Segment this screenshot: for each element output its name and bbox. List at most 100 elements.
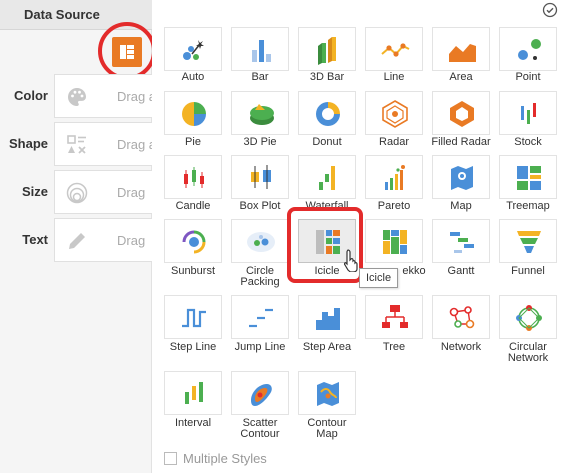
candle-chart-icon xyxy=(184,167,204,188)
chart-tile-map[interactable] xyxy=(432,155,490,199)
marekko-chart-icon xyxy=(383,230,407,254)
radar-chart-icon xyxy=(382,100,408,128)
check-circle-icon[interactable] xyxy=(542,2,558,18)
chart-tile-treemap[interactable] xyxy=(499,155,557,199)
box-plot-chart-icon xyxy=(251,165,271,189)
label-point: Point xyxy=(515,71,541,83)
size-label: Size xyxy=(21,184,48,199)
icicle-tooltip: Icicle xyxy=(359,268,399,288)
size-icon xyxy=(66,182,88,204)
pareto-chart-icon xyxy=(385,165,405,190)
shape-label: Shape xyxy=(8,136,48,151)
label-funnel: Funnel xyxy=(511,265,545,277)
sunburst-chart-icon xyxy=(182,230,206,254)
chart-tile-auto[interactable] xyxy=(164,27,222,71)
step-area-chart-icon xyxy=(316,308,340,330)
chart-tile-step-area[interactable] xyxy=(298,295,356,339)
chart-type-button[interactable] xyxy=(112,37,142,67)
text-binding: Text Drag xyxy=(0,218,152,262)
chart-tile-waterfall[interactable] xyxy=(298,155,356,199)
map-chart-icon xyxy=(451,166,473,190)
multiple-styles-label: Multiple Styles xyxy=(183,451,267,466)
bar-chart-icon xyxy=(252,40,271,62)
chart-tile-interval[interactable] xyxy=(164,371,222,415)
size-placeholder: Drag xyxy=(117,185,146,200)
chart-tile-circular-network[interactable] xyxy=(499,295,557,339)
shape-binding: Shape Drag a xyxy=(0,122,156,166)
chart-tile-pareto[interactable] xyxy=(365,155,423,199)
interval-chart-icon xyxy=(185,382,203,404)
chart-tile-radar[interactable] xyxy=(365,91,423,135)
area-chart-icon xyxy=(449,44,476,62)
shapes-icon xyxy=(67,135,86,154)
step-line-chart-icon xyxy=(182,308,206,328)
donut-chart-icon xyxy=(316,102,340,126)
label-contour-map-2: Map xyxy=(316,428,338,440)
chart-tile-stock[interactable] xyxy=(499,91,557,135)
chart-tile-area[interactable] xyxy=(432,27,490,71)
chart-tile-sunburst[interactable] xyxy=(164,219,222,263)
auto-chart-icon xyxy=(183,40,204,60)
chart-tile-contour-map[interactable] xyxy=(298,371,356,415)
network-chart-icon xyxy=(449,306,475,329)
text-drop-zone[interactable]: Drag xyxy=(54,218,152,262)
contour-map-chart-icon xyxy=(317,382,339,406)
circle-packing-chart-icon xyxy=(247,232,275,252)
chart-tile-step-line[interactable] xyxy=(164,295,222,339)
label-circular-network-2: Network xyxy=(507,352,549,364)
chart-tile-jump-line[interactable] xyxy=(231,295,289,339)
chart-tile-pie[interactable] xyxy=(164,91,222,135)
treemap-chart-icon xyxy=(517,166,541,190)
treemap-icon xyxy=(120,45,134,59)
text-placeholder: Drag xyxy=(117,233,146,248)
pie-chart-icon xyxy=(182,102,206,126)
chart-tile-funnel[interactable] xyxy=(499,219,557,263)
circular-network-chart-icon xyxy=(516,305,542,331)
jump-line-chart-icon xyxy=(249,308,273,328)
point-chart-icon xyxy=(518,39,541,60)
label-stock: Stock xyxy=(514,136,542,148)
chart-tile-scatter-contour[interactable] xyxy=(231,371,289,415)
tree-chart-icon xyxy=(382,305,408,328)
chart-type-panel: Auto Bar 3D Bar Line Area Point Pie 3D P… xyxy=(152,0,568,473)
palette-icon xyxy=(67,88,86,106)
data-source-tab-label: Data Source xyxy=(24,7,100,22)
3d-bar-chart-icon xyxy=(318,37,336,65)
multiple-styles-checkbox[interactable] xyxy=(164,452,177,465)
scatter-contour-chart-icon xyxy=(251,384,272,406)
color-binding: Color Drag a xyxy=(0,74,156,118)
color-placeholder: Drag a xyxy=(117,89,157,104)
binding-panel: Data Source Color Drag a Shape Drag a Si… xyxy=(0,0,156,473)
3d-pie-chart-icon xyxy=(250,104,274,125)
chart-tile-3d-pie[interactable] xyxy=(231,91,289,135)
shape-placeholder: Drag a xyxy=(117,137,157,152)
chart-tile-box-plot[interactable] xyxy=(231,155,289,199)
filled-radar-chart-icon xyxy=(450,101,474,127)
size-drop-zone[interactable]: Drag xyxy=(54,170,152,214)
gantt-chart-icon xyxy=(450,232,474,253)
waterfall-chart-icon xyxy=(319,166,335,190)
color-drop-zone[interactable]: Drag a xyxy=(54,74,156,118)
chart-tile-filled-radar[interactable] xyxy=(432,91,490,135)
pencil-icon xyxy=(69,233,85,249)
chart-tile-candle[interactable] xyxy=(164,155,222,199)
chart-tile-bar[interactable] xyxy=(231,27,289,71)
label-treemap: Treemap xyxy=(506,200,550,212)
chart-tile-gantt[interactable] xyxy=(432,219,490,263)
chart-tile-donut[interactable] xyxy=(298,91,356,135)
text-label: Text xyxy=(22,232,48,247)
chart-tile-network[interactable] xyxy=(432,295,490,339)
hand-cursor-icon xyxy=(343,249,358,272)
chart-tile-tree[interactable] xyxy=(365,295,423,339)
chart-tile-line[interactable] xyxy=(365,27,423,71)
line-chart-icon xyxy=(381,43,410,57)
stock-chart-icon xyxy=(521,103,536,124)
color-label: Color xyxy=(14,88,48,103)
funnel-chart-icon xyxy=(517,231,541,253)
chart-tile-circle-packing[interactable] xyxy=(231,219,289,263)
shape-drop-zone[interactable]: Drag a xyxy=(54,122,156,166)
chart-tile-3d-bar[interactable] xyxy=(298,27,356,71)
size-binding: Size Drag xyxy=(0,170,152,214)
chart-tile-marekko[interactable] xyxy=(365,219,423,263)
chart-tile-point[interactable] xyxy=(499,27,557,71)
